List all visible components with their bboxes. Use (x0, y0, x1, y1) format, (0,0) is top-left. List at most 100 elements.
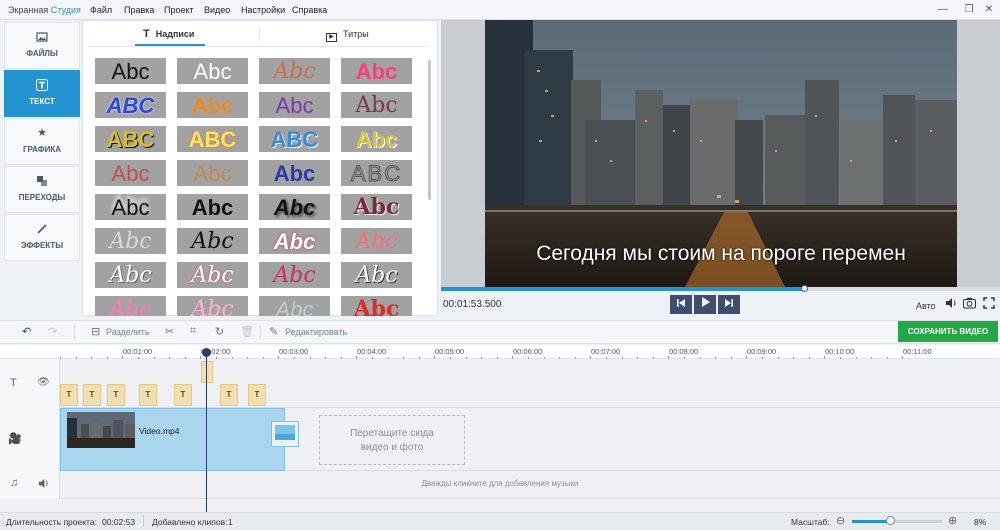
text-style-tile[interactable]: Abc (341, 296, 412, 316)
text-clip[interactable]: T (60, 384, 78, 406)
menu-project[interactable]: Проект (164, 5, 194, 15)
music-hint: Дважды кликните для добавления музыки (421, 479, 579, 488)
split-icon: ⊟ (91, 326, 101, 338)
preview-progress-bar[interactable] (441, 285, 1000, 292)
text-style-tile[interactable]: ABC (95, 126, 166, 152)
playhead-handle[interactable] (202, 348, 211, 357)
text-style-tile[interactable]: Abc (341, 126, 412, 152)
text-style-tile[interactable]: ABC (259, 126, 330, 152)
menu-file[interactable]: Файл (90, 5, 112, 15)
ruler-tick-label: 00:06:00 (513, 347, 543, 356)
text-style-tile[interactable]: Abc (95, 194, 166, 220)
text-style-tile[interactable]: Abc (95, 228, 166, 254)
text-style-tile[interactable]: Abc (259, 296, 330, 316)
scissors-icon[interactable]: ✂ (165, 325, 174, 338)
video-preview[interactable]: Сегодня мы стоим на пороге перемен (485, 20, 957, 287)
rotate-icon[interactable]: ↻ (215, 325, 224, 338)
text-style-tile[interactable]: Abc (177, 228, 248, 254)
prev-frame-button[interactable] (670, 295, 692, 314)
text-style-tile[interactable]: Abc (177, 160, 248, 186)
sidebar-item-files[interactable]: ФАЙЛЫ (4, 22, 80, 69)
menu-video[interactable]: Видео (204, 5, 230, 15)
text-style-tile[interactable]: ABC (177, 126, 248, 152)
crop-icon[interactable]: ⌗ (190, 325, 196, 338)
menu-edit[interactable]: Правка (124, 5, 154, 15)
transitions-icon (36, 175, 48, 187)
volume-icon[interactable] (944, 297, 958, 311)
media-drop-zone[interactable]: Перетащите сюда видео и фото (319, 415, 465, 465)
text-style-tile[interactable]: Abc (177, 262, 248, 288)
sidebar-item-graphics[interactable]: ★ ГРАФИКА (4, 118, 80, 165)
zoom-label: Масштаб: (791, 517, 830, 527)
text-clip[interactable]: T (174, 384, 192, 406)
restore-icon[interactable]: ❐ (958, 2, 980, 18)
text-style-tile[interactable]: Abc (341, 194, 412, 220)
text-clip-selected[interactable] (201, 361, 213, 383)
tab-captions[interactable]: T Надписи (143, 24, 194, 44)
text-clip[interactable]: T (220, 384, 238, 406)
text-icon: T (143, 28, 150, 40)
fullscreen-icon[interactable] (982, 297, 996, 311)
clips-label: Добавлено клипов: (152, 517, 228, 527)
text-clip[interactable]: T (83, 384, 101, 406)
undo-icon[interactable]: ↶ (22, 325, 31, 338)
text-clip[interactable]: T (139, 384, 157, 406)
text-style-tile[interactable]: Abc (259, 58, 330, 84)
video-caption[interactable]: Сегодня мы стоим на пороге перемен (485, 242, 957, 266)
duration-value: 00:02:53 (102, 517, 136, 527)
progress-knob[interactable] (801, 285, 809, 292)
text-style-tile[interactable]: Abc (259, 160, 330, 186)
text-style-tile[interactable]: Abc (341, 228, 412, 254)
text-style-tile[interactable]: ABC (95, 92, 166, 118)
split-button[interactable]: Разделить (106, 327, 150, 337)
zoom-out-icon[interactable]: ⊖ (836, 514, 845, 527)
text-style-tile[interactable]: Abc (341, 58, 412, 84)
sidebar-item-text[interactable]: ТЕКСТ (4, 70, 80, 117)
zoom-slider-knob[interactable] (886, 516, 895, 525)
tab-divider (259, 27, 260, 41)
save-video-button[interactable]: СОХРАНИТЬ ВИДЕО (898, 321, 998, 342)
text-style-tile[interactable]: Abc (341, 92, 412, 118)
trash-icon[interactable]: 🗑 (240, 325, 254, 338)
text-style-tile[interactable]: Abc (259, 262, 330, 288)
play-button[interactable] (694, 295, 716, 314)
text-style-tile[interactable]: Abc (341, 262, 412, 288)
text-style-tile[interactable]: Abc (259, 92, 330, 118)
text-style-tile[interactable]: Abc (259, 194, 330, 220)
text-style-tile[interactable]: Abc (177, 58, 248, 84)
tab-titles[interactable]: ▶ Титры (326, 24, 369, 44)
text-style-tile[interactable]: Abc (177, 194, 248, 220)
next-frame-button[interactable] (718, 295, 740, 314)
status-divider (143, 515, 144, 527)
wand-icon (36, 223, 48, 235)
menu-help[interactable]: Справка (292, 5, 327, 15)
quality-select[interactable]: Авто (916, 301, 936, 311)
camera-icon[interactable] (962, 297, 976, 311)
text-style-tile[interactable]: Abc (259, 228, 330, 254)
menu-settings[interactable]: Настройки (241, 5, 285, 15)
zoom-slider-fill (852, 520, 890, 523)
edit-button[interactable]: Редактировать (285, 327, 347, 337)
sidebar-item-label: ЭФФЕКТЫ (20, 241, 64, 250)
text-clip[interactable]: T (248, 384, 266, 406)
eye-icon[interactable]: 👁 (37, 377, 50, 388)
text-style-tile[interactable]: Abc (177, 92, 248, 118)
text-style-tile[interactable]: ABC (341, 160, 412, 186)
text-style-tile[interactable]: Abc (95, 262, 166, 288)
text-style-tile[interactable]: Abc (95, 296, 166, 316)
text-clip[interactable]: T (107, 384, 125, 406)
text-style-tile[interactable]: Abc (95, 160, 166, 186)
transition-slot[interactable] (271, 421, 299, 447)
close-icon[interactable]: ✕ (978, 2, 1000, 18)
minimize-icon[interactable]: — (932, 2, 954, 18)
drop-zone-line1: Перетащите сюда (350, 428, 434, 439)
sidebar-item-transitions[interactable]: ПЕРЕХОДЫ (4, 166, 80, 213)
video-camera-icon: 🎥 (8, 433, 22, 445)
text-style-tile[interactable]: Abc (95, 58, 166, 84)
panel-scrollbar[interactable] (428, 60, 431, 200)
text-style-tile[interactable]: Abc (177, 296, 248, 316)
zoom-in-icon[interactable]: ⊕ (948, 514, 957, 527)
app-title: Экранная Студия (8, 5, 81, 15)
redo-icon[interactable]: ↷ (48, 325, 57, 338)
sidebar-item-effects[interactable]: ЭФФЕКТЫ (4, 214, 80, 261)
